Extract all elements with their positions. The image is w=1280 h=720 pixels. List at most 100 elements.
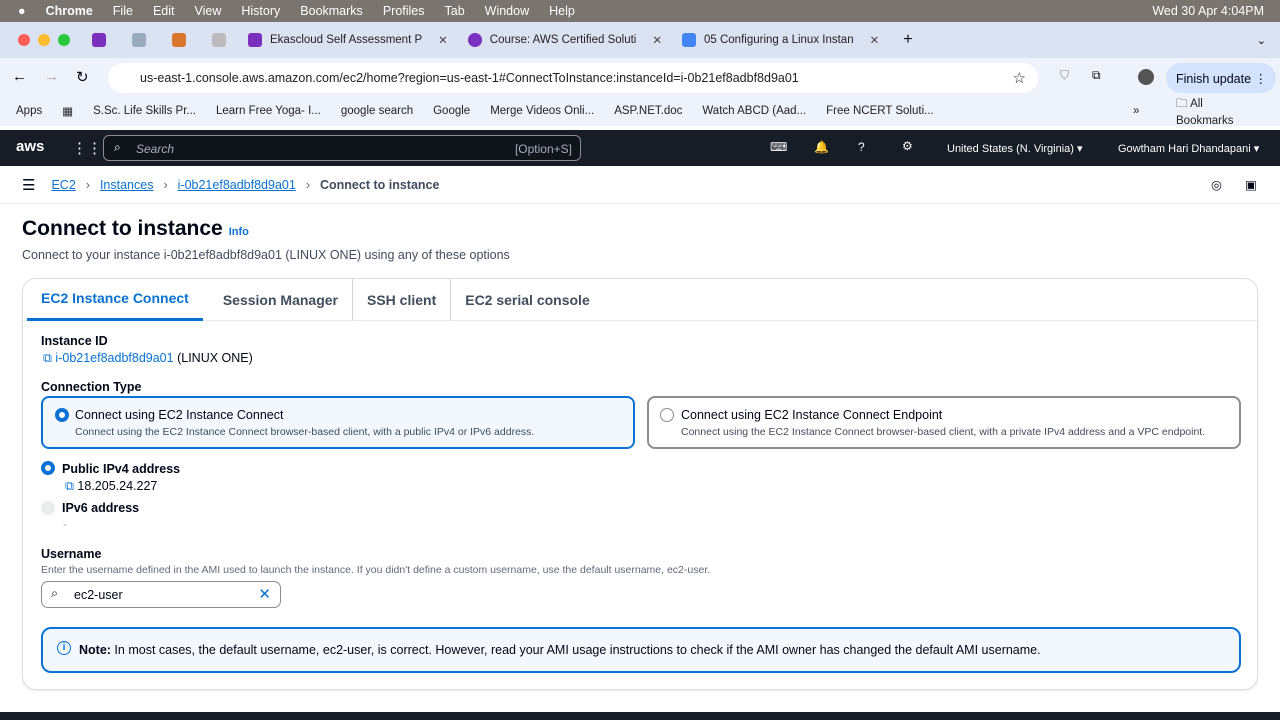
menu-hamburger-icon[interactable]: ☰ [22,176,35,194]
profile-avatar[interactable] [1138,69,1154,85]
search-placeholder: Search [136,142,175,156]
url-text: us-east-1.console.aws.amazon.com/ec2/hom… [140,71,799,85]
breadcrumb: ☰ EC2 › Instances › i-0b21ef8adbf8d9a01 › C… [0,166,1280,204]
connect-tabs: EC2 Instance Connect Session Manager SSH… [23,278,1257,321]
notifications-bell-icon[interactable]: 🔔 [814,140,829,154]
menu-window[interactable]: Window [485,4,529,18]
ipv4-label: Public IPv4 address [62,462,181,476]
pinned-tab-icon[interactable] [132,33,146,47]
username-input[interactable]: ⌕ ec2-user ✕ [41,581,281,608]
bookmark[interactable]: google search [341,105,413,117]
account-menu[interactable]: Gowtham Hari Dhandapani ▾ [1118,142,1259,155]
instance-name: (LINUX ONE) [177,351,253,365]
note-label: Note: [79,643,111,657]
aws-top-nav: aws ⋮⋮⋮ ⌕ Search [Option+S] ⌨ 🔔 ? ⚙ United… [0,130,1280,166]
minimize-window-button[interactable] [38,34,50,46]
browser-tab[interactable]: Ekascloud Self Assessment P ✕ [238,26,458,54]
apple-icon[interactable]: ● [18,4,26,18]
close-tab-icon[interactable]: ✕ [652,33,662,47]
connection-option-endpoint[interactable]: Connect using EC2 Instance Connect Endpo… [647,396,1241,449]
menu-edit[interactable]: Edit [153,4,175,18]
cloudshell-icon[interactable]: ⌨ [770,140,787,154]
menu-history[interactable]: History [241,4,280,18]
bookmark[interactable]: S.Sc. Life Skills Pr... [93,105,196,117]
clear-icon[interactable]: ✕ [258,585,271,603]
more-bookmarks-icon[interactable]: » [1133,105,1139,117]
help-icon[interactable]: ? [858,140,865,154]
copy-icon[interactable]: ⧉ [43,351,52,365]
menu-tab[interactable]: Tab [445,4,465,18]
username-help: Enter the username defined in the AMI us… [41,564,711,576]
page-title: Connect to instance Info [22,217,249,241]
back-icon[interactable]: ← [12,68,27,85]
close-tab-icon[interactable]: ✕ [438,33,448,47]
info-alert: i Note: In most cases, the default usern… [41,627,1241,673]
settings-gear-icon[interactable]: ⚙ [902,139,913,153]
tab-ec2-serial-console[interactable]: EC2 serial console [451,279,604,321]
bookmark[interactable]: Google [433,105,470,117]
ipv4-value: 18.205.24.227 [77,479,158,493]
breadcrumb-instance-id[interactable]: i-0b21ef8adbf8d9a01 [178,178,296,192]
tab-search-icon[interactable]: ⌄ [1257,34,1266,47]
menu-profiles[interactable]: Profiles [383,4,425,18]
username-value: ec2-user [74,588,123,602]
tab-session-manager[interactable]: Session Manager [209,278,353,321]
tab-ssh-client[interactable]: SSH client [353,278,452,321]
browser-tab[interactable]: Course: AWS Certified Soluti ✕ [458,26,672,54]
menu-bookmarks[interactable]: Bookmarks [300,4,363,18]
bookmark[interactable]: Watch ABCD (Aad... [702,105,806,117]
copy-icon[interactable]: ⧉ [65,479,74,493]
info-link[interactable]: Info [229,226,249,238]
search-input[interactable]: ⌕ Search [Option+S] [103,135,581,161]
new-tab-button[interactable]: + [903,31,912,49]
bookmark[interactable]: Free NCERT Soluti... [826,105,934,117]
search-icon: ⌕ [51,586,59,600]
tab-ec2-instance-connect[interactable]: EC2 Instance Connect [27,279,203,321]
pinned-tab-icon[interactable] [172,33,186,47]
menu-app[interactable]: Chrome [46,4,93,18]
display-icon[interactable]: ▣ [1245,177,1257,192]
region-selector[interactable]: United States (N. Virginia) ▾ [947,142,1083,155]
finish-update-label: Finish update [1176,72,1252,86]
reload-icon[interactable]: ↻ [76,68,89,86]
menu-help[interactable]: Help [549,4,575,18]
bookmark[interactable]: Merge Videos Onli... [490,105,594,117]
close-tab-icon[interactable]: ✕ [870,33,880,47]
bookmark-star-icon[interactable]: ☆ [1013,69,1026,87]
aws-logo[interactable]: aws [16,138,44,155]
connection-option-instance-connect[interactable]: Connect using EC2 Instance Connect Conne… [41,396,635,449]
pinned-tab-icon[interactable] [212,33,226,47]
extensions-puzzle-icon[interactable]: ⧉ [1092,68,1101,83]
radio-unselected[interactable] [660,408,674,422]
pinned-tab-icon[interactable] [92,33,106,47]
menu-file[interactable]: File [113,4,133,18]
bookmark[interactable]: Learn Free Yoga- I... [216,105,321,117]
all-bookmarks[interactable]: 🗀 All Bookmarks [1176,96,1260,127]
tab-title: 05 Configuring a Linux Instan [704,34,854,46]
forward-icon[interactable]: → [44,68,59,85]
close-window-button[interactable] [18,34,30,46]
menu-view[interactable]: View [195,4,222,18]
finish-update-button[interactable]: Finish update ⋮ [1166,63,1276,93]
instance-id-link[interactable]: i-0b21ef8adbf8d9a01 [55,351,173,365]
tab-groups-icon[interactable]: ▦ [62,104,73,118]
breadcrumb-instances[interactable]: Instances [100,178,154,192]
search-icon: ⌕ [114,140,121,154]
radio-ipv4[interactable] [41,461,55,475]
browser-tab[interactable]: 05 Configuring a Linux Instan ✕ [672,26,889,54]
bookmark-apps[interactable]: Apps [16,105,42,117]
radio-selected[interactable] [55,408,69,422]
breadcrumb-ec2[interactable]: EC2 [51,178,75,192]
extension-icon[interactable]: ⛉ [1060,68,1069,83]
bookmarks-bar: Apps ▦ S.Sc. Life Skills Pr... Learn Fre… [0,96,1280,127]
bookmark[interactable]: ASP.NET.doc [614,105,682,117]
option-title: Connect using EC2 Instance Connect Endpo… [681,408,943,422]
favicon-icon [467,33,482,47]
radio-ipv6-disabled [41,501,55,515]
ipv6-label: IPv6 address [62,501,140,515]
address-bar[interactable]: us-east-1.console.aws.amazon.com/ec2/hom… [108,63,1038,93]
feedback-icon[interactable]: ◎ [1211,177,1222,192]
info-icon: i [57,641,71,655]
zoom-window-button[interactable] [58,34,70,46]
tab-title: Course: AWS Certified Soluti [489,34,637,46]
